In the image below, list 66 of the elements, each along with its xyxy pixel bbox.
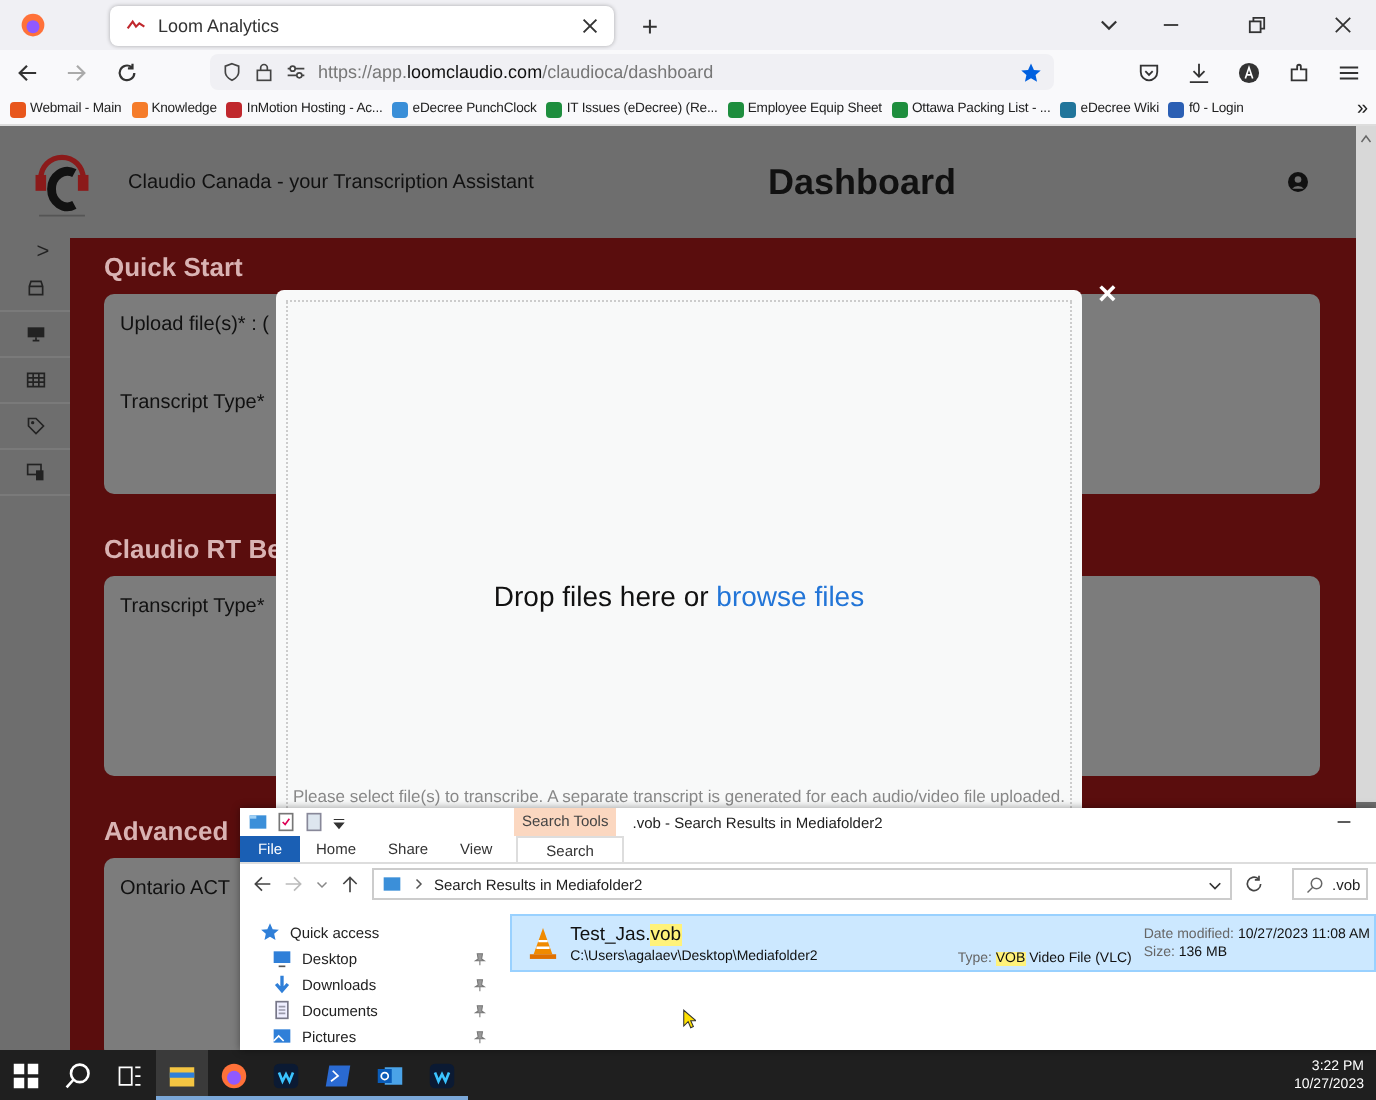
monitor-icon[interactable] <box>25 324 45 344</box>
app-logo-icon[interactable] <box>428 1061 456 1089</box>
dropdown-icon[interactable] <box>332 815 346 829</box>
browser-tab[interactable]: Loom Analytics <box>110 5 614 45</box>
new-tab-button[interactable]: + <box>634 9 666 41</box>
page-title: Dashboard <box>768 161 957 203</box>
close-icon[interactable] <box>582 17 598 33</box>
download-icon[interactable] <box>1188 61 1210 83</box>
lock-icon <box>254 62 274 82</box>
address-bar[interactable]: https://app.loomclaudio.com/claudioca/dashboard <box>210 54 1054 90</box>
traffic-cone-icon <box>528 926 559 960</box>
app-logo-icon[interactable] <box>272 1061 300 1089</box>
tag-icon[interactable] <box>25 416 45 436</box>
devices-icon[interactable] <box>25 462 45 482</box>
document-icon <box>272 1000 292 1020</box>
upload-note: Please select file(s) to transcribe. A separate transcript is generated for each audio/video file uploaded. <box>292 786 1066 806</box>
restore-icon[interactable] <box>1248 16 1266 34</box>
terminal-icon[interactable] <box>324 1061 352 1089</box>
browser-logo-icon <box>20 12 46 38</box>
store-icon[interactable] <box>25 278 45 298</box>
search-folder-icon <box>382 874 402 894</box>
back-arrow-icon[interactable] <box>16 61 38 83</box>
field-label: Ontario ACT <box>120 878 231 900</box>
mouse-cursor-icon <box>682 1008 697 1030</box>
more-bookmarks-button[interactable]: » <box>1356 98 1368 120</box>
scroll-up-icon <box>1360 134 1372 144</box>
field-label: Upload file(s)* : ( <box>120 314 269 336</box>
chevron-right-icon <box>412 878 424 890</box>
reload-icon[interactable] <box>116 61 138 83</box>
scrollbar[interactable] <box>1356 126 1376 802</box>
star-icon <box>260 922 280 942</box>
up-arrow-icon[interactable] <box>340 874 360 894</box>
search-icon[interactable] <box>64 1061 92 1089</box>
brand-text: Claudio Canada - your Transcription Assistant <box>128 171 536 193</box>
back-arrow-icon[interactable] <box>252 874 272 894</box>
field-label: Transcript Type* <box>120 392 265 414</box>
drop-instruction: Drop files here or browse files <box>493 580 865 612</box>
star-icon[interactable] <box>1020 61 1042 83</box>
shield-icon <box>222 62 242 82</box>
grid-icon[interactable] <box>25 370 45 390</box>
account-icon[interactable] <box>1238 61 1260 83</box>
close-icon[interactable] <box>1334 16 1352 34</box>
desktop-icon <box>272 948 292 968</box>
section-heading: Quick Start <box>104 252 243 282</box>
url-text: https://app.loomclaudio.com/claudioca/dashboard <box>318 62 714 82</box>
menu-icon[interactable] <box>1338 61 1360 83</box>
wave-icon <box>126 18 146 32</box>
checklist-icon[interactable] <box>276 812 296 832</box>
folder-icon <box>248 812 268 832</box>
page-icon[interactable] <box>304 812 324 832</box>
search-icon <box>1306 875 1324 893</box>
field-label: Transcript Type* <box>120 596 265 618</box>
user-icon[interactable] <box>1288 172 1308 192</box>
file-name: Test_Jas.vob <box>570 923 684 945</box>
chevron-down-icon[interactable] <box>1100 16 1118 34</box>
download-icon <box>272 974 292 994</box>
browse-files-link[interactable]: browse files <box>716 580 865 612</box>
windows-logo-icon[interactable] <box>12 1061 40 1089</box>
chevron-down-icon <box>1208 877 1222 891</box>
folder-icon[interactable] <box>168 1061 196 1089</box>
section-heading: Advanced <box>104 816 229 846</box>
mail-app-icon[interactable] <box>376 1061 404 1089</box>
sliders-icon <box>286 62 306 82</box>
refresh-icon[interactable] <box>1244 874 1264 894</box>
browser-logo-icon[interactable] <box>220 1061 248 1089</box>
task-view-icon[interactable] <box>116 1061 144 1089</box>
